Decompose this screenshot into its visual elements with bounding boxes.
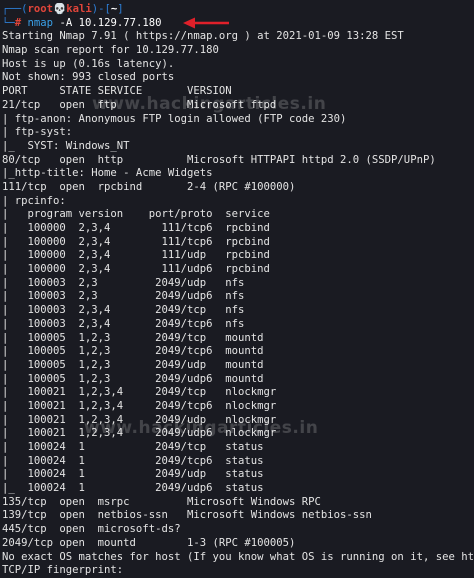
output-line: 2049/tcp open mountd 1-3 (RPC #100005) xyxy=(2,536,296,549)
output-line: | program version port/proto service xyxy=(2,208,270,221)
output-line: | 100003 2,3 2049/udp nfs xyxy=(2,276,245,289)
output-line: TCP/IP fingerprint: xyxy=(2,564,124,577)
command-input[interactable]: nmap -A 10.129.77.180 xyxy=(28,17,162,29)
output-line: | 100021 1,2,3,4 2049/tcp6 nlockmgr xyxy=(2,399,277,412)
output-line: 80/tcp open http Microsoft HTTPAPI httpd… xyxy=(2,153,436,166)
output-line: No exact OS matches for host (If you kno… xyxy=(2,550,474,563)
watermark-top: www.hackingarticles.in xyxy=(92,94,327,114)
command-tool: nmap xyxy=(27,16,54,29)
output-line: Nmap scan report for 10.129.77.180 xyxy=(2,44,219,57)
red-arrow-icon xyxy=(183,17,229,29)
output-line: | 100021 1,2,3,4 2049/tcp nlockmgr xyxy=(2,386,277,399)
output-line: | 100005 1,2,3 2049/udp6 mountd xyxy=(2,372,264,385)
output-line: | rpcinfo: xyxy=(2,194,66,207)
output-line: | 100005 1,2,3 2049/tcp mountd xyxy=(2,331,264,344)
output-line: Starting Nmap 7.91 ( https://nmap.org ) … xyxy=(2,30,404,43)
prompt-prefix: └─ xyxy=(2,16,15,29)
prompt-bracket-open: ┌──( xyxy=(2,3,28,15)
output-line: | 100000 2,3,4 111/udp rpcbind xyxy=(2,249,270,262)
prompt-user: root xyxy=(27,3,54,15)
output-line: | 100024 1 2049/tcp status xyxy=(2,441,264,453)
watermark-bottom: www.hackingarticles.in xyxy=(84,418,319,438)
skull-icon: 💀 xyxy=(53,3,67,15)
output-line: 135/tcp open msrpc Microsoft Windows RPC xyxy=(2,495,321,508)
output-line: |_http-title: Home - Acme Widgets xyxy=(2,167,213,180)
output-line: | 100000 2,3,4 111/tcp6 rpcbind xyxy=(2,222,270,234)
output-line: | ftp-anon: Anonymous FTP login allowed … xyxy=(2,112,347,125)
prompt-separator: )-[ xyxy=(91,3,111,15)
output-line: | 100000 2,3,4 111/tcp6 rpcbind xyxy=(2,235,270,248)
output-line: | 100024 1 2049/tcp6 status xyxy=(2,454,264,467)
output-line: | ftp-syst: xyxy=(2,126,73,139)
output-line: | 100005 1,2,3 2049/tcp6 mountd xyxy=(2,345,264,358)
output-line: |_ SYST: Windows_NT xyxy=(2,139,130,152)
output-line: | 100003 2,3,4 2049/tcp nfs xyxy=(2,304,245,317)
prompt-line-1: ┌──(root💀kali)-[~] xyxy=(2,3,474,17)
prompt-host: kali xyxy=(66,3,92,15)
output-line: 139/tcp open netbios-ssn Microsoft Windo… xyxy=(2,509,372,522)
output-line: | 100005 1,2,3 2049/udp mountd xyxy=(2,358,264,371)
output-line: 111/tcp open rpcbind 2-4 (RPC #100000) xyxy=(2,180,296,193)
output-line: 445/tcp open microsoft-ds? xyxy=(2,523,181,536)
prompt-bracket-close: ] xyxy=(117,3,124,15)
output-line: | 100024 1 2049/udp status xyxy=(2,468,264,481)
output-line: |_ 100024 1 2049/udp6 status xyxy=(2,482,264,495)
prompt-line-2[interactable]: └─# nmap -A 10.129.77.180 xyxy=(2,17,474,31)
output-line: | 100003 2,3 2049/udp6 nfs xyxy=(2,290,245,303)
prompt-hash: # xyxy=(14,16,22,29)
output-line: Not shown: 993 closed ports xyxy=(2,71,175,84)
output-line: Host is up (0.16s latency). xyxy=(2,57,175,70)
terminal-window[interactable]: ┌──(root💀kali)-[~] └─# nmap -A 10.129.77… xyxy=(0,0,474,576)
output-line: | 100000 2,3,4 111/udp6 rpcbind xyxy=(2,263,270,276)
output-line: | 100003 2,3,4 2049/tcp6 nfs xyxy=(2,317,245,330)
command-args: -A 10.129.77.180 xyxy=(53,16,162,29)
